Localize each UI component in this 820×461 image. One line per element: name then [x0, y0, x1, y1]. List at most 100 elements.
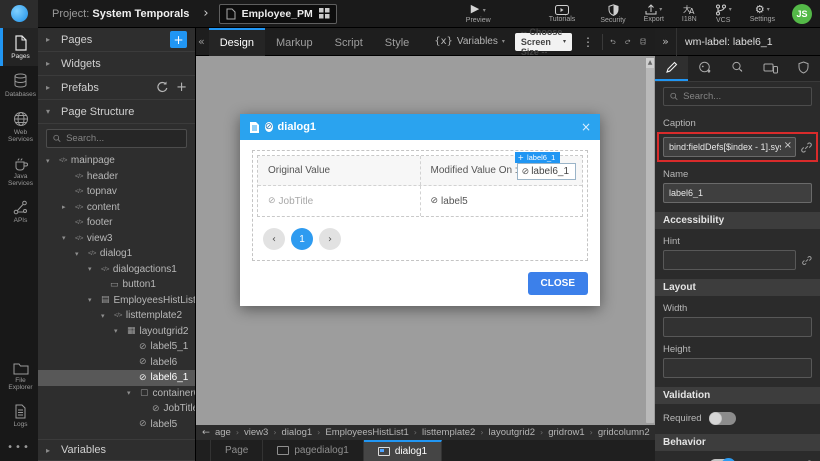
cell-modified-value[interactable]: Modified Value On : + label6_1 ⊘ label6_…	[421, 156, 583, 185]
tree-item-label5[interactable]: ⊘label5	[38, 417, 195, 433]
cell-original-value[interactable]: Original Value	[258, 156, 421, 185]
settings-button[interactable]: ⚙ ▾ Settings	[741, 0, 784, 28]
section-widgets[interactable]: ▸ Widgets	[38, 52, 195, 76]
rail-item-web-services[interactable]: Web Services	[0, 104, 38, 149]
selected-widget-overlay[interactable]: + label6_1 ⊘ label6_1	[517, 163, 576, 180]
caption-input[interactable]	[663, 137, 796, 157]
height-input[interactable]	[663, 358, 812, 378]
vcs-button[interactable]: ▾ VCS	[706, 0, 741, 28]
user-avatar[interactable]: JS	[792, 4, 812, 24]
rail-item-pages[interactable]: Pages	[0, 28, 38, 66]
tree-item-layoutgrid2[interactable]: ▾▦layoutgrid2	[38, 324, 195, 340]
bind-link-icon[interactable]	[801, 142, 812, 153]
tree-item-footer[interactable]: </>footer	[38, 215, 195, 231]
pagination-prev-button[interactable]: ‹	[263, 228, 285, 250]
variables-button[interactable]: {x} Variables ▾	[434, 36, 505, 47]
crumb-dialog1[interactable]: dialog1	[282, 427, 313, 438]
tab-pagedialog1[interactable]: pagedialog1	[263, 440, 364, 461]
tree-item-topnav[interactable]: </>topnav	[38, 184, 195, 200]
canvas-scrollbar[interactable]: ▲	[646, 58, 654, 423]
tree-item-header[interactable]: </>header	[38, 169, 195, 185]
collapse-panel-icon[interactable]: «	[196, 35, 209, 48]
crumb-layoutgrid2[interactable]: layoutgrid2	[489, 427, 535, 438]
tab-security[interactable]	[787, 56, 820, 81]
cell-label5[interactable]: ⊘label5	[421, 186, 583, 216]
crumb-gridrow1[interactable]: gridrow1	[548, 427, 584, 438]
list-widget[interactable]: Original Value Modified Value On : + lab…	[252, 150, 588, 261]
grid-header-row[interactable]: Original Value Modified Value On : + lab…	[258, 156, 582, 186]
screen-size-select[interactable]: -- Choose Screen Size -- ▾	[515, 33, 572, 51]
tree-item-dialog1[interactable]: ▾</>dialog1	[38, 246, 195, 262]
tab-events[interactable]	[721, 56, 754, 81]
more-options-icon[interactable]: •••	[0, 434, 38, 461]
tab-dialog1[interactable]: dialog1	[364, 440, 442, 461]
tab-design[interactable]: Design	[209, 28, 265, 56]
preview-button[interactable]: ▶ ▾ Preview	[457, 0, 500, 28]
scroll-up-icon[interactable]: ▲	[646, 58, 654, 68]
tree-item-view3[interactable]: ▾</>view3	[38, 231, 195, 247]
tree-item-employeeshistlist1[interactable]: ▾▤EmployeesHistList1	[38, 293, 195, 309]
refresh-icon[interactable]	[156, 81, 169, 94]
crumb-listtemplate2[interactable]: listtemplate2	[422, 427, 475, 438]
add-prefab-button[interactable]: +	[176, 80, 187, 95]
tree-item-dialogactions1[interactable]: ▾</>dialogactions1	[38, 262, 195, 278]
tutorials-button[interactable]: Tutorials	[540, 0, 585, 28]
tree-item-container6[interactable]: ▾▢container6	[38, 386, 195, 402]
pagination-page-1[interactable]: 1	[291, 228, 313, 250]
crumb-employeeshistlist1[interactable]: EmployeesHistList1	[325, 427, 408, 438]
section-pages[interactable]: ▸ Pages +	[38, 28, 195, 52]
rail-item-java-services[interactable]: Java Services	[0, 149, 38, 193]
redo-icon[interactable]	[625, 35, 631, 48]
breadcrumb-back-icon[interactable]: ←	[202, 427, 210, 438]
hint-input[interactable]	[663, 250, 796, 270]
bind-link-icon[interactable]	[802, 255, 812, 266]
section-prefabs[interactable]: ▸ Prefabs +	[38, 76, 195, 100]
name-input[interactable]	[663, 183, 812, 203]
tab-properties[interactable]	[655, 56, 688, 81]
tab-page[interactable]: Page	[210, 440, 263, 461]
tab-script[interactable]: Script	[324, 28, 374, 56]
tree-item-label6_1-selected[interactable]: ⊘label6_1	[38, 370, 195, 386]
i18n-button[interactable]: 大A I18N	[673, 0, 706, 28]
section-page-structure[interactable]: ▾ Page Structure	[38, 100, 195, 124]
export-button[interactable]: ▾ Export	[635, 0, 673, 28]
more-actions-icon[interactable]: ⋮	[582, 35, 594, 49]
dialog1-widget[interactable]: ⊘ dialog1 × Original Value Modified Valu…	[240, 114, 600, 306]
tree-item-label6[interactable]: ⊘label6	[38, 355, 195, 371]
page-selector[interactable]: Employee_PM	[219, 4, 337, 24]
rail-item-file-explorer[interactable]: File Explorer	[0, 355, 38, 397]
required-toggle[interactable]	[709, 412, 736, 425]
selection-handle[interactable]: + label6_1	[515, 152, 561, 163]
crumb-view3[interactable]: view3	[244, 427, 268, 438]
undo-icon[interactable]	[610, 35, 616, 48]
cell-jobtitle[interactable]: ⊘JobTitle	[258, 186, 421, 216]
rail-item-logs[interactable]: Logs	[0, 397, 38, 434]
rail-item-databases[interactable]: Databases	[0, 66, 38, 104]
clear-icon[interactable]: ×	[784, 140, 792, 152]
crumb-gridcolumn2[interactable]: gridcolumn2	[598, 427, 650, 438]
design-canvas[interactable]: ⊘ dialog1 × Original Value Modified Valu…	[196, 56, 655, 425]
pagination-next-button[interactable]: ›	[319, 228, 341, 250]
rail-item-apis[interactable]: APIs	[0, 193, 38, 230]
add-page-button[interactable]: +	[170, 31, 187, 48]
tree-item-label5_1[interactable]: ⊘label5_1	[38, 339, 195, 355]
tree-item-content[interactable]: ▸</>content	[38, 200, 195, 216]
tree-item-listtemplate2[interactable]: ▾</>listtemplate2	[38, 308, 195, 324]
app-logo[interactable]	[0, 0, 38, 28]
label6_1-widget[interactable]: ⊘ label6_1	[517, 163, 576, 180]
tab-style[interactable]: Style	[374, 28, 420, 56]
structure-search[interactable]	[46, 129, 187, 148]
structure-search-input[interactable]	[66, 133, 180, 144]
tree-item-jobtitle[interactable]: ⊘JobTitle	[38, 401, 195, 417]
tree-item-mainpage[interactable]: ▾</>mainpage	[38, 153, 195, 169]
tab-markup[interactable]: Markup	[265, 28, 324, 56]
crumb-page[interactable]: age	[215, 427, 231, 438]
tab-devices[interactable]	[754, 56, 787, 81]
close-button[interactable]: CLOSE	[528, 272, 588, 295]
tree-item-button1[interactable]: ▭button1	[38, 277, 195, 293]
properties-search[interactable]	[663, 87, 812, 106]
dialog-header[interactable]: ⊘ dialog1 ×	[240, 114, 600, 140]
properties-search-input[interactable]	[683, 91, 805, 102]
section-variables[interactable]: ▸ Variables	[38, 439, 195, 461]
save-icon[interactable]	[640, 34, 646, 49]
